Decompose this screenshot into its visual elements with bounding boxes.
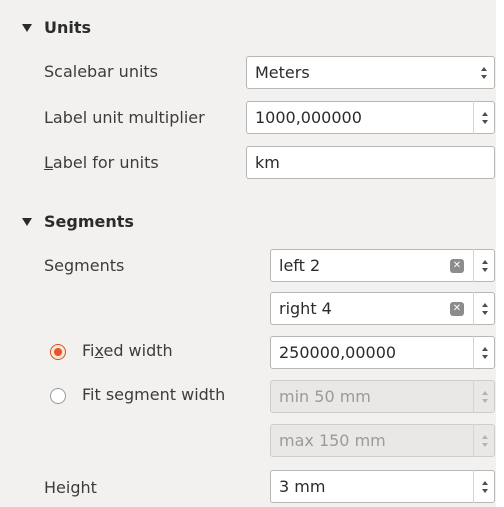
label-for-units-input[interactable]: km	[246, 146, 495, 179]
collapse-triangle-icon	[22, 23, 32, 32]
label-unit-multiplier-label: Label unit multiplier	[44, 108, 205, 127]
select-arrows-icon	[473, 56, 495, 89]
height-label: Height	[44, 478, 97, 497]
min-width-spinbox[interactable]: min 50 mm	[270, 380, 495, 413]
spin-arrows-icon[interactable]	[473, 470, 495, 503]
segments-section-header[interactable]: Segments	[22, 212, 134, 231]
fit-segment-width-radio[interactable]	[50, 388, 66, 404]
units-section-header[interactable]: Units	[22, 18, 91, 37]
spin-arrows-icon[interactable]	[473, 101, 495, 134]
label-unit-multiplier-spinbox[interactable]: 1000,000000	[246, 101, 495, 134]
label-for-units-label: Label for units	[44, 153, 159, 172]
height-spinbox[interactable]: 3 mm	[270, 470, 495, 503]
scalebar-units-label: Scalebar units	[44, 62, 159, 81]
scalebar-properties-panel: Units Scalebar units Meters Label unit m…	[0, 0, 496, 507]
segments-left-value: left 2	[279, 256, 321, 275]
fixed-width-value: 250000,00000	[279, 343, 397, 362]
spin-arrows-icon[interactable]	[473, 249, 495, 282]
clear-icon[interactable]: ✕	[450, 258, 464, 273]
segments-left-spinbox[interactable]: left 2 ✕	[270, 249, 495, 282]
units-header-label: Units	[44, 18, 92, 37]
scalebar-units-value: Meters	[255, 63, 310, 82]
label-unit-multiplier-value: 1000,000000	[255, 108, 362, 127]
collapse-triangle-icon	[22, 217, 32, 226]
spin-arrows-icon[interactable]	[473, 292, 495, 325]
scalebar-units-select[interactable]: Meters	[246, 56, 495, 89]
fixed-width-label[interactable]: Fixed width	[82, 341, 173, 360]
max-width-value: max 150 mm	[279, 431, 386, 450]
segments-right-value: right 4	[279, 299, 332, 318]
fixed-width-radio[interactable]	[50, 344, 66, 360]
height-value: 3 mm	[279, 477, 326, 496]
segments-right-spinbox[interactable]: right 4 ✕	[270, 292, 495, 325]
fit-segment-width-label[interactable]: Fit segment width	[82, 385, 225, 404]
min-width-value: min 50 mm	[279, 387, 371, 406]
spin-arrows-icon[interactable]	[473, 336, 495, 369]
segments-header-label: Segments	[44, 212, 134, 231]
fixed-width-spinbox[interactable]: 250000,00000	[270, 336, 495, 369]
max-width-spinbox[interactable]: max 150 mm	[270, 424, 495, 457]
label-for-units-value: km	[255, 153, 280, 172]
segments-label: Segments	[44, 256, 125, 275]
spin-arrows-icon[interactable]	[473, 380, 495, 413]
spin-arrows-icon[interactable]	[473, 424, 495, 457]
clear-icon[interactable]: ✕	[450, 301, 464, 316]
